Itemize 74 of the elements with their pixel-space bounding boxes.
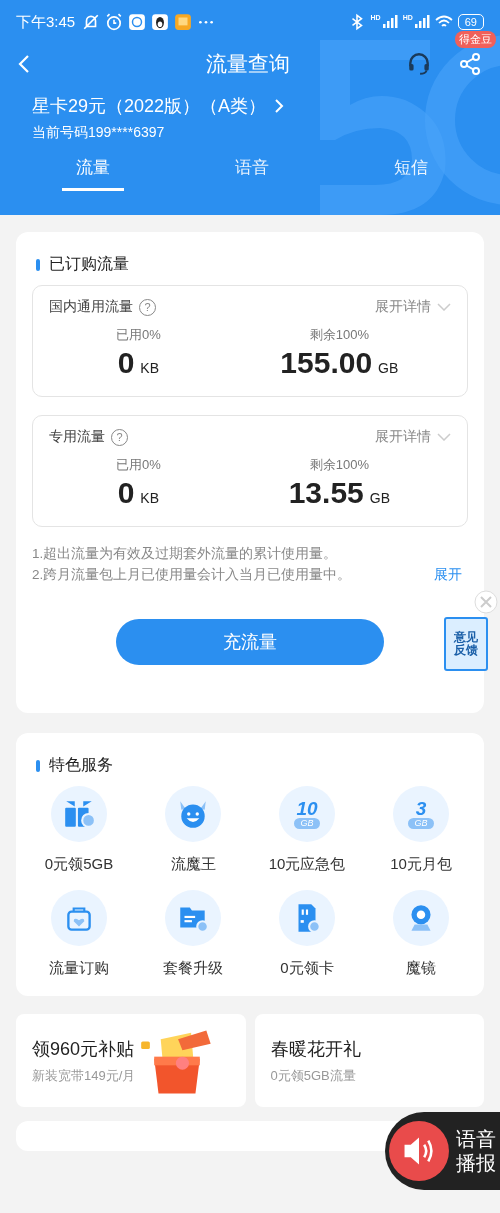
chat-app-icon — [128, 13, 147, 31]
remaining-value: 13.55 — [288, 476, 364, 510]
bag-icon[interactable] — [51, 890, 107, 946]
pack-size: 10 — [296, 799, 318, 818]
folder-icon[interactable] — [165, 890, 221, 946]
reward-badge: 得金豆 — [455, 31, 496, 48]
used-label: 已用0% — [115, 326, 161, 344]
chevron-right-icon[interactable] — [274, 98, 285, 114]
bell-off-icon — [82, 13, 101, 31]
remaining-value: 155.00 — [280, 346, 373, 380]
promo-card[interactable]: 领960元补贴 新装宽带149元/月 — [16, 1014, 246, 1107]
phone-number: 当前号码199****6397 — [31, 123, 166, 142]
share-icon[interactable] — [458, 52, 482, 76]
expand-details-link[interactable]: 展开详情 — [375, 428, 431, 446]
promo-title: 领960元补贴 — [32, 1037, 136, 1061]
alarm-icon — [105, 13, 124, 31]
signal-icon — [381, 15, 398, 29]
pack-unit: GB — [408, 817, 434, 829]
used-label: 已用0% — [115, 456, 161, 474]
pack-unit: GB — [294, 817, 320, 829]
gift-icon[interactable] — [51, 786, 107, 842]
headset-icon[interactable] — [406, 51, 432, 77]
service-label[interactable]: 套餐升级 — [163, 959, 223, 978]
data-pack-icon[interactable]: 3 GB — [393, 786, 449, 842]
devil-icon[interactable] — [165, 786, 221, 842]
used-value: 0 — [117, 476, 135, 510]
service-label[interactable]: 魔镜 — [406, 959, 436, 978]
tab[interactable]: 语音 — [221, 156, 283, 191]
plan-name[interactable]: 星卡29元（2022版）（A类） — [32, 94, 267, 118]
data-pack-icon[interactable]: 10 GB — [279, 786, 335, 842]
penguin-app-icon — [151, 13, 170, 31]
used-unit: KB — [140, 360, 159, 376]
promo-subtitle: 0元领5GB流量 — [270, 1066, 357, 1085]
voice-broadcast-button[interactable]: 语音播报 — [385, 1112, 500, 1190]
tab[interactable]: 流量 — [62, 156, 124, 191]
service-label[interactable]: 0元领卡 — [280, 959, 334, 978]
camera-icon[interactable] — [393, 890, 449, 946]
service-label[interactable]: 10元应急包 — [268, 855, 346, 874]
note-text: 1.超出流量为有效及过期套外流量的累计使用量。 — [32, 545, 338, 563]
tab[interactable]: 短信 — [380, 156, 442, 191]
sim-icon[interactable] — [279, 890, 335, 946]
remaining-label: 剩余100% — [309, 456, 369, 474]
expand-details-link[interactable]: 展开详情 — [375, 298, 431, 316]
section-title: 已订购流量 — [49, 254, 129, 274]
battery-level: 69 — [457, 14, 484, 30]
feedback-button[interactable]: 意见反馈 — [444, 617, 488, 671]
pack-size: 3 — [415, 799, 427, 818]
back-icon[interactable] — [18, 54, 30, 74]
section-marker — [36, 759, 40, 772]
section-marker — [36, 258, 40, 271]
notes-app-icon — [174, 13, 193, 31]
used-value: 0 — [117, 346, 135, 380]
remaining-unit: GB — [378, 360, 399, 376]
remaining-label: 剩余100% — [309, 326, 369, 344]
service-label[interactable]: 流魔王 — [170, 855, 216, 874]
speaker-icon — [388, 1120, 450, 1182]
service-label[interactable]: 流量订购 — [49, 959, 109, 978]
page-title: 流量查询 — [205, 51, 291, 77]
status-time: 下午3:45 — [16, 12, 76, 32]
expand-link[interactable]: 展开 — [434, 564, 462, 585]
pool-name: 国内通用流量 — [49, 298, 133, 316]
promo-subtitle: 新装宽带149元/月 — [32, 1066, 136, 1085]
remaining-unit: GB — [369, 490, 390, 506]
section-title: 特色服务 — [49, 755, 113, 775]
pool-name: 专用流量 — [49, 428, 105, 446]
promo-title: 春暖花开礼 — [270, 1037, 361, 1061]
signal-icon — [413, 15, 430, 29]
used-unit: KB — [140, 490, 159, 506]
note-text: 2.跨月流量包上月已使用量会计入当月已使用量中。 — [32, 566, 352, 584]
service-label[interactable]: 0元领5GB — [44, 855, 114, 874]
service-label[interactable]: 10元月包 — [390, 855, 452, 874]
recharge-button[interactable]: 充流量 — [116, 619, 384, 665]
more-icon — [197, 19, 216, 25]
promo-card[interactable]: 春暖花开礼 0元领5GB流量 — [254, 1014, 484, 1107]
